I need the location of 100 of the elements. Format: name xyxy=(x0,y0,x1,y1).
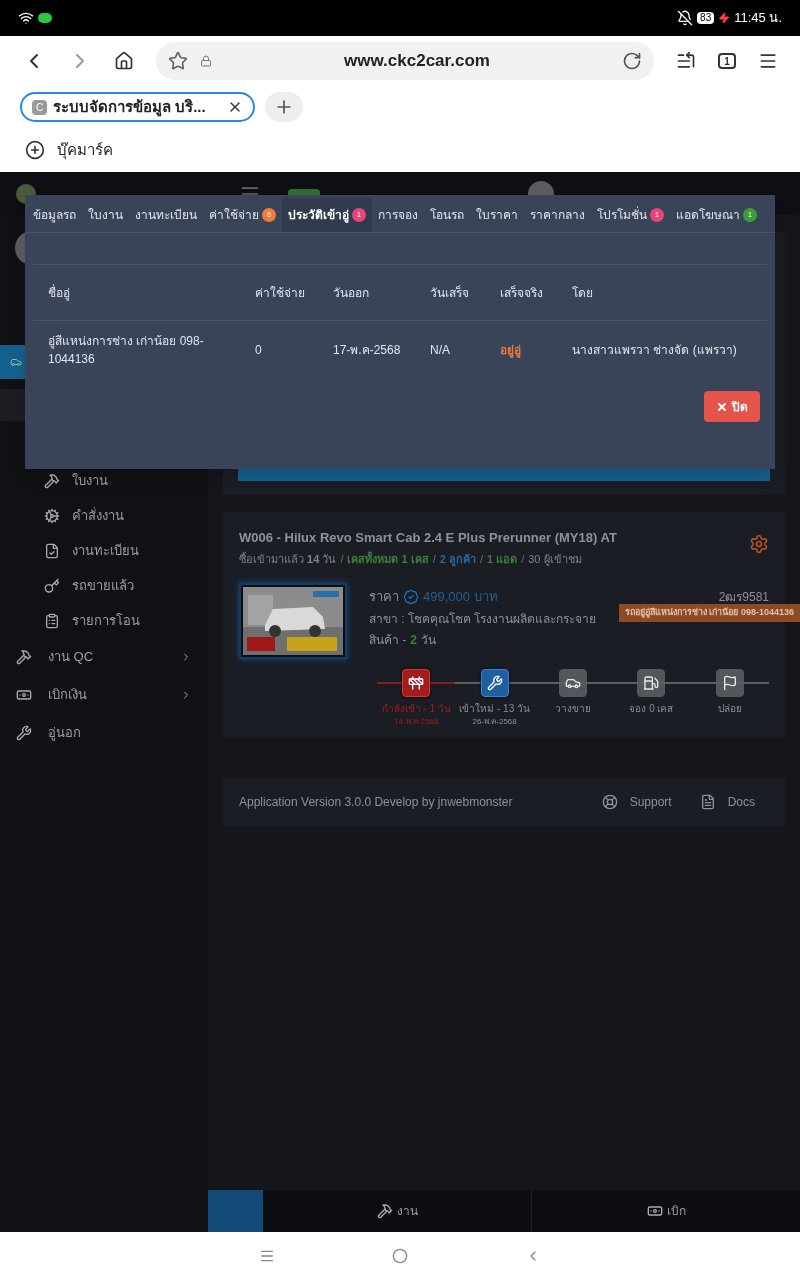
price-label: ราคา xyxy=(369,588,399,606)
footer-link[interactable]: Support xyxy=(629,793,672,811)
banknote-icon xyxy=(16,687,32,703)
stock-days: 2 xyxy=(410,630,418,649)
step-label: วางขาย xyxy=(555,702,591,716)
fuel-icon xyxy=(643,675,660,691)
plate-number: 2ฒร9581 xyxy=(718,588,769,606)
star-icon[interactable] xyxy=(168,51,188,71)
column-header: ค่าใช้จ่าย xyxy=(255,284,306,302)
sidebar-item[interactable]: รถขายแล้ว xyxy=(0,568,208,603)
settings-icon[interactable] xyxy=(749,534,769,554)
table-cell-text: นางสาวแพรวา ช่างจัด (แพรวา) xyxy=(572,342,738,359)
home-icon[interactable] xyxy=(114,51,134,71)
sidebar-item[interactable]: คำสั่งงาน xyxy=(0,498,208,533)
stat-text: ซื้อเข้ามาแล้ว 14 วัน xyxy=(239,551,337,567)
clock: 11:45 น. xyxy=(734,9,782,28)
bookmarks-link[interactable]: บุ๊คมาร์ค xyxy=(57,138,113,162)
footer-link[interactable]: Docs xyxy=(727,793,755,811)
tools-icon xyxy=(16,649,32,665)
favicon: C xyxy=(32,99,47,115)
submenu-panel xyxy=(0,389,25,421)
menu-icon[interactable] xyxy=(758,51,778,71)
modal-tab[interactable]: ใบราคา xyxy=(470,198,524,232)
active-menu-item[interactable] xyxy=(0,345,25,379)
modal-tab[interactable]: โอนรถ xyxy=(424,198,470,232)
wrench-icon xyxy=(486,675,503,691)
favorites-icon[interactable] xyxy=(676,51,696,71)
stock-label: สินค้า - xyxy=(369,631,407,649)
charging-icon xyxy=(718,12,731,24)
step-label: ปล่อย xyxy=(717,702,742,716)
url-text: www.ckc2car.com xyxy=(343,50,491,73)
column-header: วันเสร็จ xyxy=(430,284,470,302)
banknote-icon xyxy=(646,1203,663,1219)
stat-text: 1 แอด xyxy=(487,551,518,567)
file-check-icon xyxy=(44,542,60,559)
table-cell-text: 17-พ.ค-2568 xyxy=(333,342,402,359)
separator: / xyxy=(521,551,525,567)
column-header: เสร็จจริง xyxy=(500,284,544,302)
tab-title: ระบบจัดการข้อมูล บริ... xyxy=(53,96,207,119)
location-ribbon: รถอยู่อู่สีแหน่งการช่าง เก่าน้อย 098-1044136 xyxy=(618,604,800,622)
stat-text: 2 ลูกค้า xyxy=(439,551,476,567)
verified-icon xyxy=(403,588,419,605)
sidebar-item[interactable]: งานทะเบียน xyxy=(0,533,208,568)
step-label: เข้าใหม่ - 13 วัน xyxy=(459,702,530,716)
close-button[interactable]: ปิด xyxy=(704,391,760,422)
modal-tab[interactable]: งานทะเบียน xyxy=(129,198,203,232)
browser-tab[interactable]: C ระบบจัดการข้อมูล บริ... xyxy=(20,92,255,122)
flag-icon xyxy=(721,675,738,691)
sidebar-item[interactable]: อู่นอก xyxy=(0,714,208,752)
tools-icon xyxy=(376,1203,393,1219)
wifi-icon xyxy=(18,10,34,26)
table-cell-text: อยู่อู่ xyxy=(500,342,522,359)
table-cell-text: N/A xyxy=(430,342,451,359)
close-icon xyxy=(716,400,728,413)
version-text: Application Version 3.0.0 Develop by jnwebmonster xyxy=(239,794,514,811)
add-bookmark-icon[interactable] xyxy=(25,140,45,160)
table-cell-text: อู่สีแหน่งการช่าง เก่าน้อย 098-1044136 xyxy=(47,333,205,368)
modal-tab[interactable]: ราคากลาง xyxy=(524,198,591,232)
sidebar-item[interactable]: งาน QC xyxy=(0,638,208,676)
document-icon xyxy=(699,794,716,810)
wrench-icon xyxy=(16,725,32,741)
clipboard-icon xyxy=(44,612,60,629)
bottom-nav-tab[interactable]: งาน xyxy=(263,1190,531,1232)
price-value: 499,000 บาท xyxy=(423,588,498,606)
stat-text: เคสทั้งหมด 1 เคส xyxy=(347,550,429,567)
stat-text: 30 ผู้เข้าชม xyxy=(528,551,582,567)
tabs-count-button[interactable]: 1 xyxy=(718,53,736,69)
table-cell-text: 0 xyxy=(255,342,263,359)
battery-level: 83 xyxy=(697,12,715,24)
step-label: กำลังเข้า - 1 วัน xyxy=(381,702,451,716)
modal-tab[interactable]: ใบงาน xyxy=(82,198,129,232)
recents-icon[interactable] xyxy=(258,1248,275,1264)
step-date: 14-พ.ค-2568 xyxy=(394,716,439,728)
sidebar-item[interactable]: รายการโอน xyxy=(0,603,208,638)
lifebuoy-icon xyxy=(601,794,618,810)
car-title[interactable]: W006 - Hilux Revo Smart Cab 2.4 E Plus Prerunner (MY18) AT xyxy=(239,528,617,548)
modal-tab[interactable]: ข้อมูลรถ xyxy=(27,198,82,232)
stock-unit: วัน xyxy=(421,631,437,649)
reload-icon[interactable] xyxy=(622,51,642,71)
column-header: โดย xyxy=(572,284,594,302)
address-bar[interactable]: www.ckc2car.com xyxy=(156,42,654,80)
bell-off-icon xyxy=(677,10,694,26)
modal-tab[interactable]: การจอง xyxy=(372,198,424,232)
separator: / xyxy=(340,551,344,567)
chat-icon xyxy=(38,13,52,23)
car-icon xyxy=(10,356,22,368)
separator: / xyxy=(432,551,436,567)
step-label: จอง 0 เคส xyxy=(629,702,674,716)
column-header: วันออก xyxy=(333,284,370,302)
gear-icon xyxy=(44,507,60,524)
sidebar-item[interactable]: ใบงาน xyxy=(0,463,208,498)
tools-icon xyxy=(44,472,60,489)
column-header: ชื่ออู่ xyxy=(47,283,71,302)
step-date: 26-พ.ค-2568 xyxy=(472,716,517,728)
branch-text: สาขา : โชคคุณโชค โรงงานผลิตและกระจาย xyxy=(369,610,597,628)
separator: / xyxy=(479,551,483,567)
lock-icon xyxy=(200,55,212,67)
key-icon xyxy=(44,577,60,594)
sidebar-item[interactable]: เบิกเงิน xyxy=(0,676,208,714)
new-tab-button[interactable] xyxy=(265,92,303,122)
